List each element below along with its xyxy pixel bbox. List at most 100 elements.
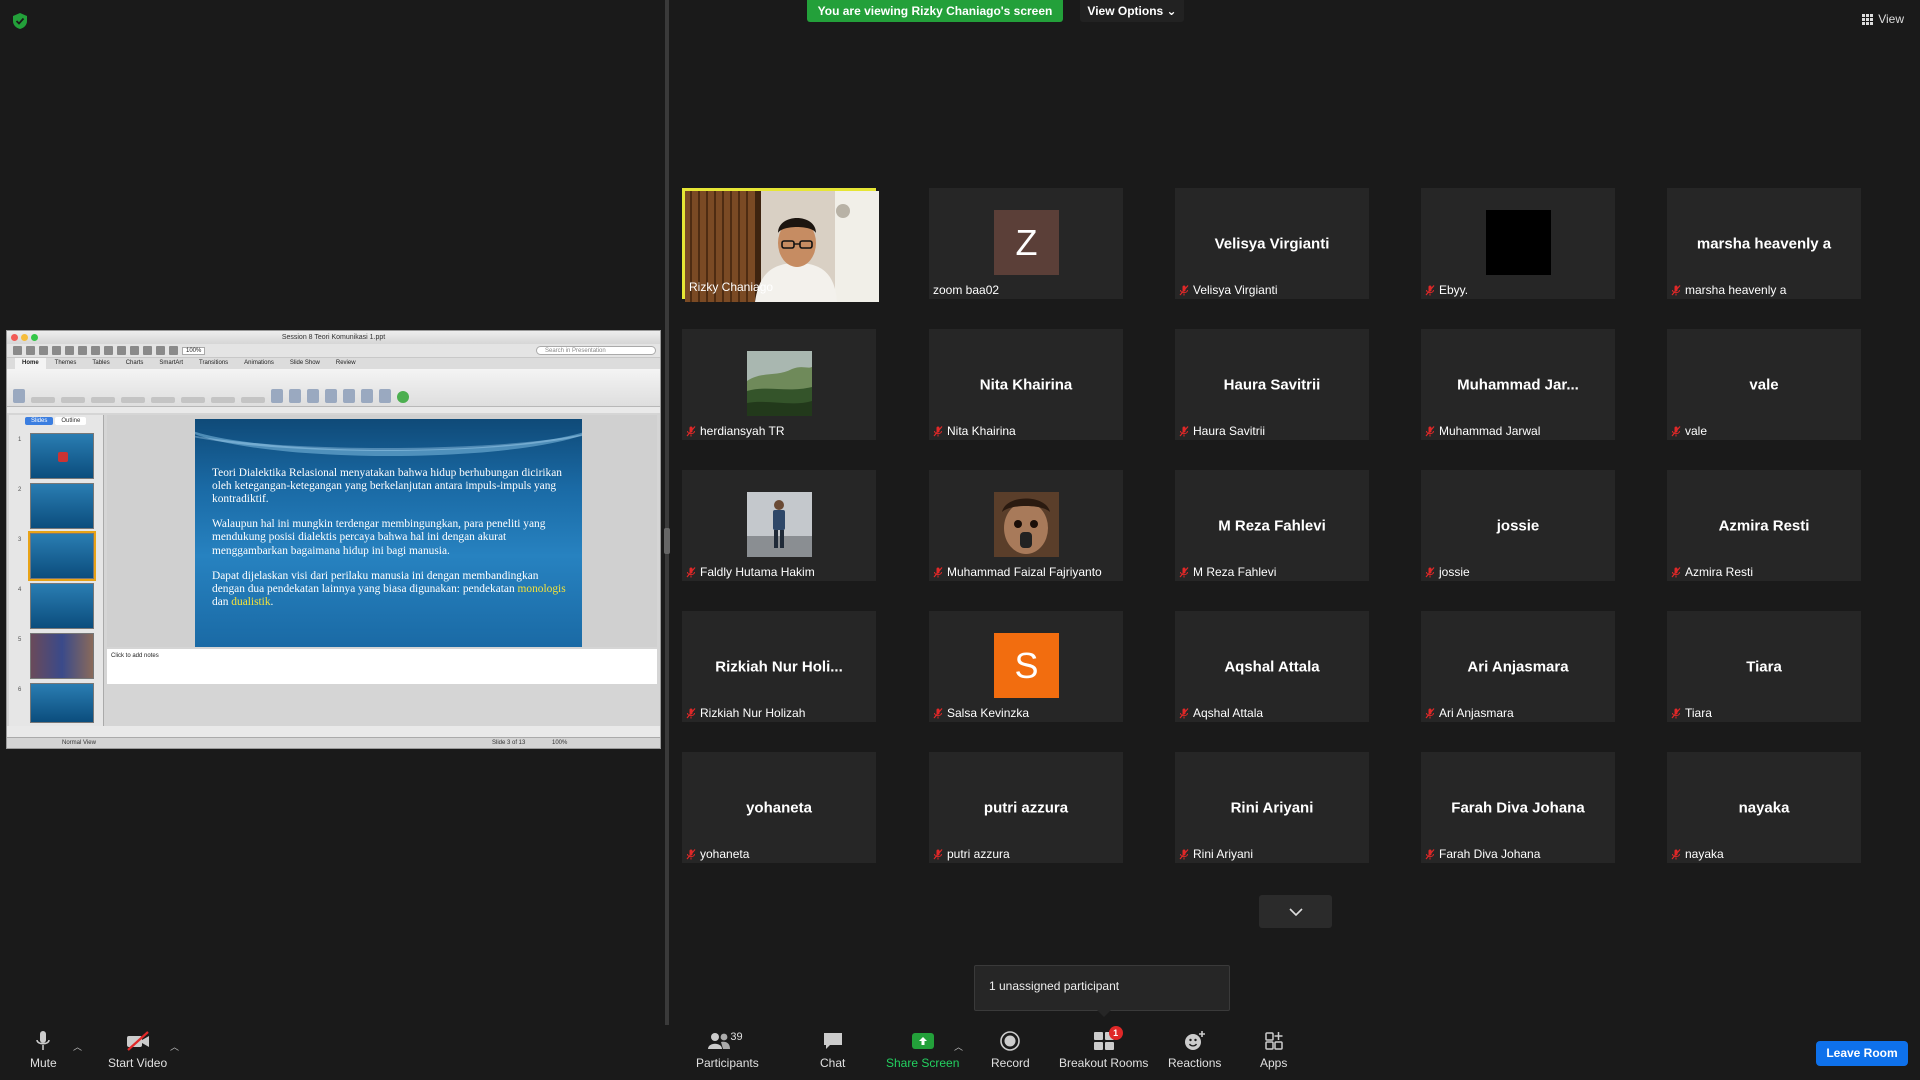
slide-thumbnail xyxy=(30,483,94,529)
slide-paragraph: Walaupun hal ini mungkin terdengar membi… xyxy=(212,518,546,557)
participant-display-name: Nita Khairina xyxy=(979,376,1073,393)
participant-display-name: jossie xyxy=(1496,517,1540,534)
ppt-tab: SmartArt xyxy=(159,360,184,366)
divider-drag-handle[interactable] xyxy=(664,528,670,554)
encryption-shield-icon[interactable] xyxy=(12,12,28,30)
participant-tile[interactable]: Ari Anjasmara Ari Anjasmara xyxy=(1421,611,1615,722)
ppt-tab: Charts xyxy=(125,360,144,366)
next-page-button[interactable] xyxy=(1259,895,1332,928)
ppt-slide-thumbnails: Slides Outline 1 2 3 4 5 6 xyxy=(9,415,104,726)
participant-display-name: vale xyxy=(1749,376,1779,393)
mute-button[interactable]: Mute xyxy=(30,1030,57,1070)
ppt-document-title: Session 8 Teori Komunikasi 1.ppt xyxy=(281,334,386,341)
muted-mic-icon xyxy=(1179,566,1189,577)
muted-mic-icon xyxy=(1425,284,1435,295)
video-off-icon xyxy=(126,1031,149,1051)
participant-name: Nita Khairina xyxy=(947,424,1016,438)
close-dot-icon xyxy=(11,334,18,341)
participant-tile[interactable]: S Salsa Kevinzka xyxy=(929,611,1123,722)
participant-tile[interactable]: Nita Khairina Nita Khairina xyxy=(929,329,1123,440)
participant-name-label: vale xyxy=(1671,424,1707,438)
reactions-label: Reactions xyxy=(1168,1056,1222,1070)
participant-name: Farah Diva Johana xyxy=(1439,847,1541,861)
participant-tile[interactable]: Faldly Hutama Hakim xyxy=(682,470,876,581)
participant-tile[interactable]: Rizky Chaniago xyxy=(682,188,879,302)
participant-name-label: Ebyy. xyxy=(1425,283,1468,297)
participant-tile[interactable]: nayaka nayaka xyxy=(1667,752,1861,863)
participant-tile[interactable]: M Reza Fahlevi M Reza Fahlevi xyxy=(1175,470,1369,581)
apps-icon xyxy=(1264,1032,1283,1050)
chat-label: Chat xyxy=(820,1056,846,1070)
participant-tile[interactable]: jossie jossie xyxy=(1421,470,1615,581)
slides-tab: Slides xyxy=(25,417,54,425)
slide-text-span: . xyxy=(270,595,274,608)
breakout-rooms-label: Breakout Rooms xyxy=(1059,1056,1149,1070)
share-options-caret-icon[interactable]: ︿ xyxy=(954,1040,963,1053)
participant-tile[interactable]: Rizkiah Nur Holi... Rizkiah Nur Holizah xyxy=(682,611,876,722)
zoom-meeting-window: { "banner": { "viewing": "You are viewin… xyxy=(0,0,1920,1080)
ppt-slide-counter: Slide 3 of 13 xyxy=(492,740,526,746)
highlight-monologis: monologis xyxy=(517,582,566,595)
slide-text: Teori Dialektika Relasional menyatakan b… xyxy=(212,467,572,621)
participant-tile[interactable]: Ebyy. xyxy=(1421,188,1615,299)
muted-mic-icon xyxy=(933,566,943,577)
participant-tile[interactable]: Haura Savitrii Haura Savitrii xyxy=(1175,329,1369,440)
participant-name: putri azzura xyxy=(947,847,1010,861)
participant-name: herdiansyah TR xyxy=(700,424,785,438)
muted-mic-icon xyxy=(686,707,696,718)
participant-tile[interactable]: putri azzura putri azzura xyxy=(929,752,1123,863)
muted-mic-icon xyxy=(1179,284,1189,295)
apps-button[interactable]: Apps xyxy=(1260,1030,1287,1070)
unassigned-participant-tooltip[interactable]: 1 unassigned participant xyxy=(974,965,1230,1017)
participant-tile[interactable]: Farah Diva Johana Farah Diva Johana xyxy=(1421,752,1615,863)
record-button[interactable]: Record xyxy=(991,1030,1030,1070)
view-options-button[interactable]: View Options ⌄ xyxy=(1080,0,1184,22)
participant-tile[interactable]: herdiansyah TR xyxy=(682,329,876,440)
view-layout-button[interactable]: View xyxy=(1862,12,1904,26)
participant-tile[interactable]: Muhammad Jar... Muhammad Jarwal xyxy=(1421,329,1615,440)
participant-display-name: Rini Ariyani xyxy=(1230,799,1314,816)
participant-name-label: Aqshal Attala xyxy=(1179,706,1263,720)
participant-name-label: Salsa Kevinzka xyxy=(933,706,1029,720)
chat-button[interactable]: Chat xyxy=(820,1030,845,1070)
participant-name: jossie xyxy=(1439,565,1470,579)
participant-name-label: Farah Diva Johana xyxy=(1425,847,1540,861)
participant-tile[interactable]: yohaneta yohaneta xyxy=(682,752,876,863)
participant-name-label: Azmira Resti xyxy=(1671,565,1753,579)
participant-display-name: marsha heavenly a xyxy=(1696,235,1832,252)
participant-tile[interactable]: Azmira Resti Azmira Resti xyxy=(1667,470,1861,581)
muted-mic-icon xyxy=(1671,848,1681,859)
participant-tile[interactable]: Velisya Virgianti Velisya Virgianti xyxy=(1175,188,1369,299)
share-screen-button[interactable]: Share Screen xyxy=(886,1030,959,1070)
participant-tile[interactable]: Tiara Tiara xyxy=(1667,611,1861,722)
participant-display-name: Rizkiah Nur Holi... xyxy=(715,658,843,675)
reactions-button[interactable]: Reactions xyxy=(1168,1030,1221,1070)
participant-tile[interactable]: Aqshal Attala Aqshal Attala xyxy=(1175,611,1369,722)
start-video-button[interactable]: Start Video xyxy=(108,1030,167,1070)
video-options-caret-icon[interactable]: ︿ xyxy=(170,1040,179,1053)
participant-tile[interactable]: marsha heavenly a marsha heavenly a xyxy=(1667,188,1861,299)
participant-tile[interactable]: Muhammad Faizal Fajriyanto xyxy=(929,470,1123,581)
participant-display-name: nayaka xyxy=(1738,799,1790,816)
audio-options-caret-icon[interactable]: ︿ xyxy=(73,1040,82,1053)
participant-tile[interactable]: vale vale xyxy=(1667,329,1861,440)
participants-count: 39 xyxy=(730,1031,743,1043)
apps-label: Apps xyxy=(1260,1056,1288,1070)
viewing-screen-banner: You are viewing Rizky Chaniago's screen xyxy=(807,0,1063,22)
slide-thumbnail xyxy=(30,433,94,479)
view-label: View xyxy=(1878,12,1904,26)
split-divider[interactable] xyxy=(665,0,669,1025)
participant-name-label: Velisya Virgianti xyxy=(1179,283,1278,297)
participant-name: yohaneta xyxy=(700,847,750,861)
muted-mic-icon xyxy=(933,707,943,718)
participant-tile[interactable]: Zzoom baa02 xyxy=(929,188,1123,299)
muted-mic-icon xyxy=(686,566,696,577)
participant-display-name: M Reza Fahlevi xyxy=(1218,517,1326,534)
highlight-dualistik: dualistik xyxy=(231,595,271,608)
participant-name: Muhammad Jarwal xyxy=(1439,424,1541,438)
participant-name-label: Rizky Chaniago xyxy=(689,280,773,294)
participant-tile[interactable]: Rini Ariyani Rini Ariyani xyxy=(1175,752,1369,863)
participants-button[interactable]: 39 Participants xyxy=(696,1030,759,1070)
leave-room-button[interactable]: Leave Room xyxy=(1816,1041,1908,1066)
breakout-rooms-button[interactable]: 1 Breakout Rooms xyxy=(1059,1026,1149,1070)
